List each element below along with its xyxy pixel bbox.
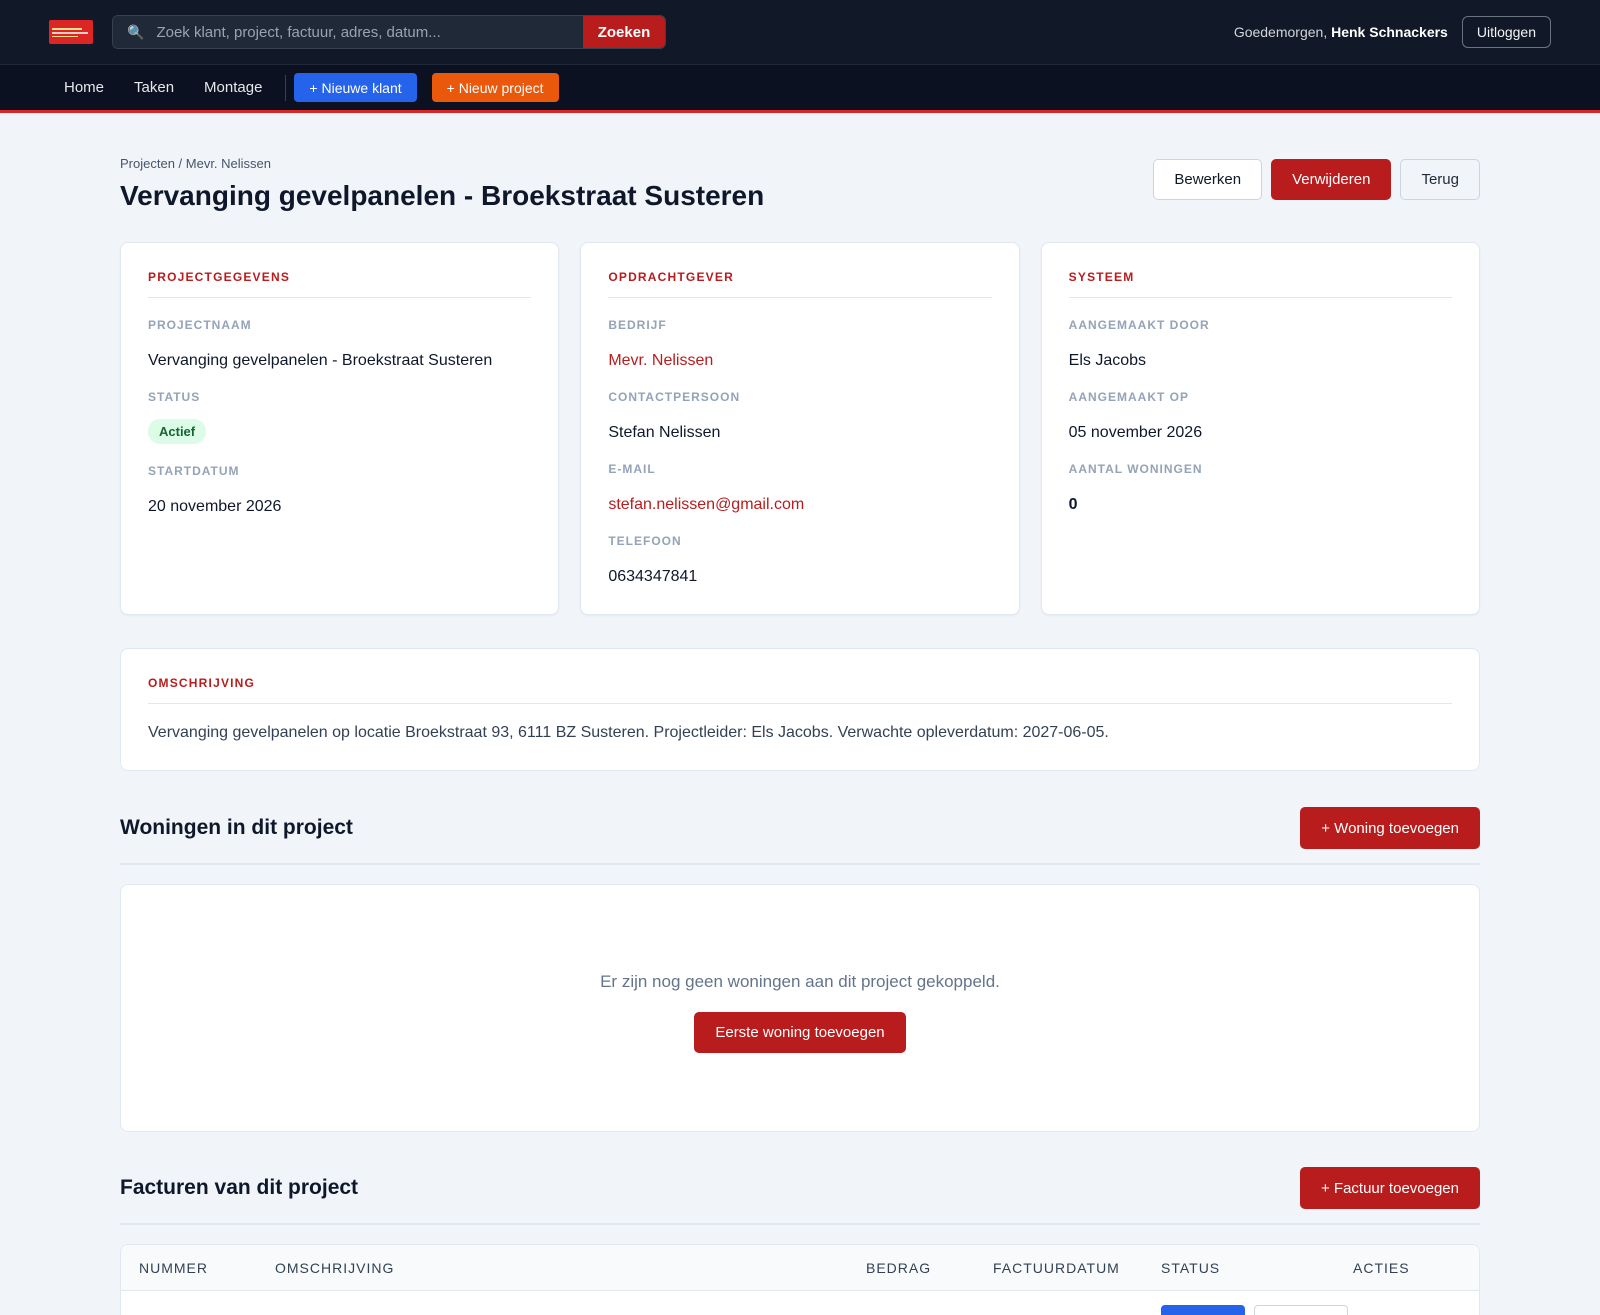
client-card: OPDRACHTGEVER BEDRIJF Mevr. Nelissen CON…	[580, 242, 1020, 615]
delete-button[interactable]: Verwijderen	[1271, 159, 1392, 200]
card-title: OPDRACHTGEVER	[608, 270, 992, 298]
search-field: 🔍	[113, 16, 583, 48]
contact-person-value: Stefan Nelissen	[608, 424, 721, 441]
breadcrumb[interactable]: Projecten / Mevr. Nelissen	[120, 156, 764, 171]
section-title: Woningen in dit project	[120, 816, 353, 839]
page-actions: Bewerken Verwijderen Terug	[1153, 159, 1480, 212]
search-input[interactable]	[156, 23, 583, 41]
description-card: OMSCHRIJVING Vervanging gevelpanelen op …	[120, 648, 1480, 771]
row-action-secondary-button[interactable]	[1254, 1305, 1348, 1315]
page-title: Vervanging gevelpanelen - Broekstraat Su…	[120, 180, 765, 211]
add-first-home-button[interactable]: Eerste woning toevoegen	[694, 1011, 906, 1053]
created-on-value: 05 november 2026	[1068, 424, 1203, 441]
phone-value: 0634347841	[608, 568, 698, 585]
homes-section-header: Woningen in dit project + Woning toevoeg…	[120, 807, 1480, 865]
nav-assembly[interactable]: Montage	[189, 79, 277, 96]
col-amount[interactable]: BEDRAG	[866, 1260, 993, 1276]
field-label: BEDRIJF	[608, 318, 667, 332]
main-nav: Home Taken Montage + Nieuwe klant + Nieu…	[0, 65, 1600, 113]
created-by-value: Els Jacobs	[1068, 352, 1147, 369]
field-label: STATUS	[148, 390, 201, 404]
page-header: Projecten / Mevr. Nelissen Vervanging ge…	[120, 156, 1480, 212]
company-link[interactable]: Mevr. Nelissen	[608, 352, 991, 370]
field-label: PROJECTNAAM	[148, 318, 252, 332]
logout-button[interactable]: Uitloggen	[1461, 16, 1551, 48]
col-invoice-date[interactable]: FACTUURDATUM	[993, 1260, 1161, 1276]
user-name: Henk Schnackers	[1331, 24, 1448, 40]
field-label: CONTACTPERSOON	[608, 390, 741, 404]
nav-home[interactable]: Home	[49, 79, 119, 96]
main-content: Projecten / Mevr. Nelissen Vervanging ge…	[0, 156, 1600, 1315]
top-bar: 🔍 Zoeken Goedemorgen, Henk Schnackers Ui…	[0, 0, 1600, 65]
system-card: SYSTEEM AANGEMAAKT DOOR Els Jacobs AANGE…	[1040, 242, 1480, 615]
homes-count-value: 0	[1068, 496, 1078, 513]
row-action-primary-button[interactable]	[1161, 1305, 1245, 1315]
greeting-text: Goedemorgen,	[1233, 24, 1328, 40]
nav-tasks[interactable]: Taken	[119, 79, 189, 96]
nav-divider	[285, 74, 287, 101]
add-invoice-button[interactable]: + Factuur toevoegen	[1299, 1167, 1480, 1209]
invoices-table: NUMMER OMSCHRIJVING BEDRAG FACTUURDATUM …	[120, 1244, 1480, 1315]
status-badge: Actief	[148, 419, 207, 444]
project-details-card: PROJECTGEGEVENS PROJECTNAAM Vervanging g…	[120, 242, 560, 615]
edit-button[interactable]: Bewerken	[1153, 159, 1263, 200]
field-label: AANGEMAAKT OP	[1068, 390, 1189, 404]
field-label: TELEFOON	[608, 534, 682, 548]
card-title: OMSCHRIJVING	[148, 676, 1452, 704]
add-home-button[interactable]: + Woning toevoegen	[1300, 807, 1480, 849]
email-link[interactable]: stefan.nelissen@gmail.com	[608, 496, 991, 514]
table-row	[121, 1291, 1479, 1315]
search-icon: 🔍	[127, 23, 145, 40]
back-button[interactable]: Terug	[1400, 159, 1480, 200]
search-bar: 🔍 Zoeken	[112, 15, 666, 49]
card-title: SYSTEEM	[1068, 270, 1452, 298]
homes-empty-state: Er zijn nog geen woningen aan dit projec…	[120, 884, 1480, 1132]
col-actions[interactable]: ACTIES	[1353, 1260, 1409, 1276]
col-number[interactable]: NUMMER	[139, 1260, 275, 1276]
search-button[interactable]: Zoeken	[583, 16, 665, 48]
user-greeting: Goedemorgen, Henk Schnackers	[1234, 24, 1448, 40]
new-project-button[interactable]: + Nieuw project	[431, 73, 559, 102]
col-status[interactable]: STATUS	[1161, 1260, 1353, 1276]
description-text: Vervanging gevelpanelen op locatie Broek…	[148, 724, 1109, 741]
company-logo[interactable]	[49, 20, 93, 44]
card-title: PROJECTGEGEVENS	[148, 270, 532, 298]
table-header: NUMMER OMSCHRIJVING BEDRAG FACTUURDATUM …	[121, 1245, 1479, 1291]
section-title: Facturen van dit project	[120, 1176, 359, 1199]
field-label: AANTAL WONINGEN	[1068, 462, 1203, 476]
info-cards: PROJECTGEGEVENS PROJECTNAAM Vervanging g…	[120, 242, 1480, 615]
empty-state-text: Er zijn nog geen woningen aan dit projec…	[600, 971, 1000, 991]
start-date-value: 20 november 2026	[148, 498, 282, 515]
new-customer-button[interactable]: + Nieuwe klant	[294, 73, 417, 102]
field-label: STARTDATUM	[148, 464, 240, 478]
col-description[interactable]: OMSCHRIJVING	[275, 1260, 866, 1276]
invoices-section-header: Facturen van dit project + Factuur toevo…	[120, 1167, 1480, 1225]
project-name-value: Vervanging gevelpanelen - Broekstraat Su…	[148, 352, 493, 369]
field-label: E-MAIL	[608, 462, 656, 476]
field-label: AANGEMAAKT DOOR	[1068, 318, 1210, 332]
